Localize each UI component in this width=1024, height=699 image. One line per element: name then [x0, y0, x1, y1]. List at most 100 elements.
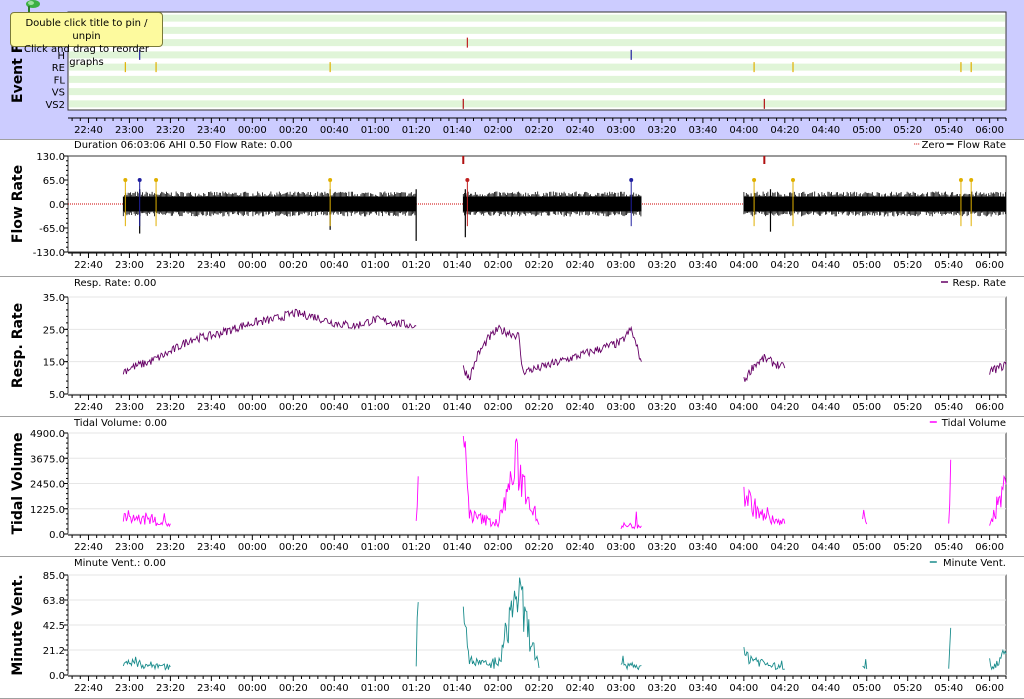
flow-rate-event-dot — [752, 178, 757, 182]
pin-icon[interactable] — [18, 0, 44, 12]
tidal-volume-x-tick-label: 04:40 — [811, 542, 840, 553]
minute-vent-x-tick-label: 04:20 — [770, 683, 799, 694]
resp-rate-x-tick-label: 02:40 — [566, 402, 595, 413]
flow-rate-x-tick-label: 03:00 — [607, 260, 636, 271]
tidal-volume-x-tick-label: 01:40 — [443, 542, 472, 553]
event-row-band — [69, 100, 1005, 108]
resp-rate-panel[interactable]: 35.0 25.0 15.0 5.0 Resp. Rate: 0.00 Resp. Rat… — [0, 277, 1024, 417]
event-flags-x-tick-label: 02:20 — [525, 125, 554, 136]
event-row-band — [69, 14, 1005, 22]
event-flags-x-tick-label: 02:00 — [484, 125, 513, 136]
event-flags-x-tick-label: 05:40 — [934, 125, 963, 136]
resp-rate-x-tick-label: 01:20 — [402, 402, 431, 413]
resp-rate-x-tick-label: 01:00 — [361, 402, 390, 413]
event-flags-x-tick-label: 23:00 — [115, 125, 144, 136]
minute-vent-x-tick-label: 03:00 — [607, 683, 636, 694]
resp-rate-x-tick-label: 04:20 — [770, 402, 799, 413]
tidal-volume-y-tick-label: 1225.0 — [30, 505, 65, 516]
flow-rate-x-tick-label: 00:00 — [238, 260, 267, 271]
tidal-volume-title[interactable]: Tidal Volume — [10, 432, 26, 534]
tidal-volume-x-tick-label: 05:00 — [852, 542, 881, 553]
flow-rate-chart: 130.0 65.0 0.0 -65.0 -130.0 Duration 06:03:06… — [0, 140, 1024, 277]
minute-vent-x-tick-label: 04:40 — [811, 683, 840, 694]
flow-rate-x-tick-label: 23:40 — [197, 260, 226, 271]
resp-rate-x-tick-label: 23:20 — [156, 402, 185, 413]
resp-rate-x-tick-label: 05:00 — [852, 402, 881, 413]
tidal-volume-x-tick-label: 23:00 — [115, 542, 144, 553]
resp-rate-x-tick-label: 03:40 — [688, 402, 717, 413]
tidal-volume-x-tick-label: 00:40 — [320, 542, 349, 553]
tidal-volume-x-tick-label: 23:40 — [197, 542, 226, 553]
tidal-volume-y-tick-label: 4900.0 — [30, 429, 65, 440]
flow-rate-event-dot — [137, 178, 142, 182]
minute-vent-x-tick-label: 00:20 — [279, 683, 308, 694]
event-flags-x-tick-label: 01:20 — [402, 125, 431, 136]
minute-vent-x-tick-label: 00:00 — [238, 683, 267, 694]
event-flags-x-tick-label: 00:20 — [279, 125, 308, 136]
resp-rate-title[interactable]: Resp. Rate — [10, 303, 26, 388]
tidal-volume-chart: 4900.0 3675.0 2450.0 1225.0 0.0 Tidal Volume:… — [0, 417, 1024, 557]
flow-rate-y-tick-label: 0.0 — [49, 200, 65, 211]
minute-vent-panel[interactable]: 85.0 63.8 42.5 21.2 0.0 Minute Vent.: 0.00 Min… — [0, 557, 1024, 699]
resp-rate-y-tick-label: 5.0 — [49, 390, 65, 401]
tidal-volume-x-tick-label: 00:00 — [238, 542, 267, 553]
event-flags-x-tick-label: 01:00 — [361, 125, 390, 136]
flow-rate-x-tick-label: 01:00 — [361, 260, 390, 271]
flow-rate-x-tick-label: 04:00 — [729, 260, 758, 271]
event-flags-x-tick-label: 23:20 — [156, 125, 185, 136]
flow-rate-x-tick-label: 05:40 — [934, 260, 963, 271]
tidal-volume-x-tick-label: 03:20 — [648, 542, 677, 553]
flow-rate-y-tick-label: 130.0 — [36, 152, 65, 163]
flow-rate-x-tick-label: 05:20 — [893, 260, 922, 271]
tidal-volume-x-tick-label: 23:20 — [156, 542, 185, 553]
tooltip-line-1: Double click title to pin / unpin — [25, 18, 148, 42]
minute-vent-legend-label: Minute Vent. — [943, 558, 1006, 569]
event-flags-x-tick-label: 03:20 — [648, 125, 677, 136]
flow-rate-title[interactable]: Flow Rate — [10, 165, 26, 243]
tidal-volume-legend-label: Tidal Volume — [941, 418, 1006, 429]
event-flags-x-tick-label: 23:40 — [197, 125, 226, 136]
minute-vent-y-tick-label: 85.0 — [43, 571, 65, 582]
flow-rate-event-dot — [465, 178, 470, 182]
flow-rate-event-dot — [969, 178, 974, 182]
resp-rate-x-tick-label: 00:20 — [279, 402, 308, 413]
event-row-band — [69, 39, 1005, 47]
minute-vent-x-tick-label: 01:00 — [361, 683, 390, 694]
resp-rate-chart: 35.0 25.0 15.0 5.0 Resp. Rate: 0.00 Resp. Rat… — [0, 277, 1024, 417]
resp-rate-y-tick-label: 15.0 — [43, 358, 65, 369]
event-flags-x-tick-label: 06:00 — [975, 125, 1004, 136]
event-row-band — [69, 51, 1005, 59]
minute-vent-y-tick-label: 0.0 — [49, 671, 65, 682]
minute-vent-x-tick-label: 01:40 — [443, 683, 472, 694]
flow-rate-panel[interactable]: 130.0 65.0 0.0 -65.0 -130.0 Duration 06:03:06… — [0, 140, 1024, 277]
tidal-volume-x-tick-label: 22:40 — [74, 542, 103, 553]
flow-rate-x-tick-label: 03:20 — [648, 260, 677, 271]
tidal-volume-x-tick-label: 06:00 — [975, 542, 1004, 553]
minute-vent-x-tick-label: 23:20 — [156, 683, 185, 694]
minute-vent-title[interactable]: Minute Vent. — [10, 574, 26, 675]
tidal-volume-y-tick-label: 0.0 — [49, 530, 65, 541]
minute-vent-x-tick-label: 22:40 — [74, 683, 103, 694]
resp-rate-x-tick-label: 06:00 — [975, 402, 1004, 413]
flow-rate-x-tick-label: 02:40 — [566, 260, 595, 271]
tidal-volume-x-tick-label: 02:40 — [566, 542, 595, 553]
tidal-volume-x-tick-label: 02:20 — [525, 542, 554, 553]
flow-rate-y-tick-label: 65.0 — [43, 176, 65, 187]
minute-vent-x-tick-label: 01:20 — [402, 683, 431, 694]
flow-rate-event-dot — [958, 178, 963, 182]
tooltip: Double click title to pin / unpin Click … — [10, 12, 163, 68]
tidal-volume-x-tick-label: 05:20 — [893, 542, 922, 553]
event-row-label: VS — [52, 88, 65, 99]
tidal-volume-panel[interactable]: 4900.0 3675.0 2450.0 1225.0 0.0 Tidal Volume:… — [0, 417, 1024, 557]
minute-vent-x-tick-label: 03:20 — [648, 683, 677, 694]
tidal-volume-x-tick-label: 04:00 — [729, 542, 758, 553]
flow-rate-x-tick-label: 04:20 — [770, 260, 799, 271]
event-flags-x-tick-label: 03:00 — [607, 125, 636, 136]
event-flags-x-tick-label: 04:40 — [811, 125, 840, 136]
flow-rate-x-tick-label: 23:20 — [156, 260, 185, 271]
tooltip-line-2: Click and drag to reorder graphs — [23, 44, 150, 68]
resp-rate-y-tick-label: 25.0 — [43, 325, 65, 336]
resp-rate-x-tick-label: 03:20 — [648, 402, 677, 413]
minute-vent-chart: 85.0 63.8 42.5 21.2 0.0 Minute Vent.: 0.00 Min… — [0, 557, 1024, 699]
minute-vent-y-tick-label: 42.5 — [43, 621, 65, 632]
